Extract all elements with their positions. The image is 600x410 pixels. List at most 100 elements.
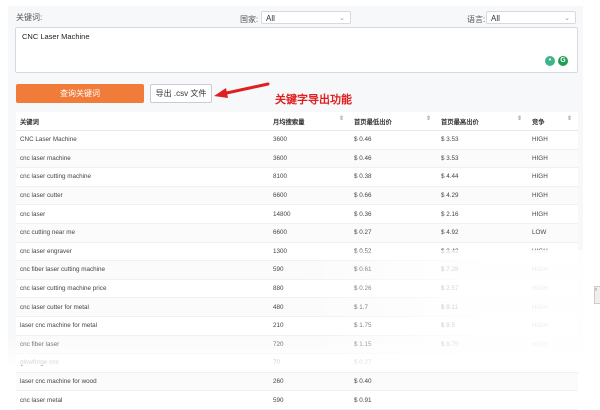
cell-max-bid: $ 3.53 xyxy=(437,130,528,150)
cell-min-bid: $ 0.52 xyxy=(350,242,437,262)
cell-max-bid xyxy=(437,353,528,373)
cell-monthly-searches: 70 xyxy=(269,353,350,373)
cell-max-bid: $ 9.11 xyxy=(437,297,528,317)
cell-min-bid: $ 0.46 xyxy=(350,130,437,150)
table-row[interactable]: cnc laser 14800 $ 0.36 $ 2.16 HIGH xyxy=(16,204,578,224)
cell-max-bid: $ 3.42 xyxy=(437,242,528,262)
cell-keyword: cnc laser cutter for metal xyxy=(16,297,269,317)
sort-icon[interactable]: ⇕ xyxy=(517,115,522,122)
cell-max-bid: $ 9.5 xyxy=(437,316,528,336)
cell-competition: HIGH xyxy=(528,149,578,169)
cell-competition: HIGH xyxy=(528,260,578,280)
cell-max-bid: $ 4.29 xyxy=(437,186,528,206)
sort-icon[interactable]: ⇕ xyxy=(339,115,344,122)
column-header-competition[interactable]: 竞争 ⇕ xyxy=(528,112,578,131)
table-row[interactable]: laser cnc machine for metal 210 $ 1.75 $ 9.… xyxy=(16,316,578,336)
column-header-max-bid[interactable]: 首页最高出价 ⇕ xyxy=(437,112,528,131)
cell-min-bid: $ 0.27 xyxy=(350,223,437,243)
cell-competition xyxy=(528,390,578,410)
cell-keyword: cnc laser cutting machine xyxy=(16,167,269,187)
side-collapse-tab[interactable]: ‹ xyxy=(594,286,600,304)
keyword-label: 关键词: xyxy=(16,13,43,22)
cell-max-bid: $ 7.28 xyxy=(437,260,528,280)
table-row[interactable]: cnc laser cutting machine price 880 $ 0.26… xyxy=(16,279,578,299)
column-header-monthly-searches[interactable]: 月均搜索量 ⇕ xyxy=(269,112,350,131)
cell-keyword: cnc cutting near me xyxy=(16,223,269,243)
cell-monthly-searches: 720 xyxy=(269,335,350,355)
table-row[interactable]: cnc laser engraver 1300 $ 0.52 $ 3.42 HIGH xyxy=(16,242,578,262)
cell-monthly-searches: 480 xyxy=(269,297,350,317)
cell-monthly-searches: 590 xyxy=(269,390,350,410)
cell-competition: HIGH xyxy=(528,130,578,150)
sort-icon[interactable]: ⇕ xyxy=(567,115,572,122)
cell-keyword: laser cnc machine for metal xyxy=(16,316,269,336)
cell-min-bid: $ 0.66 xyxy=(350,186,437,206)
table-header-row: 关键词 月均搜索量 ⇕ 首页最低出价 ⇕ 首页最高出价 ⇕ 竞争 ⇕ xyxy=(16,112,578,131)
column-header-keyword[interactable]: 关键词 xyxy=(16,112,269,131)
table-row[interactable]: CNC Laser Machine 3600 $ 0.46 $ 3.53 HIGH xyxy=(16,130,578,150)
table-row[interactable]: cnc laser metal 590 $ 0.91 xyxy=(16,390,578,410)
cell-max-bid xyxy=(437,372,528,392)
table-row[interactable]: cnc fiber laser 720 $ 1.15 $ 8.75 HIGH xyxy=(16,335,578,355)
table-row[interactable]: cnc laser cutter 6600 $ 0.66 $ 4.29 HIGH xyxy=(16,186,578,206)
table-row[interactable]: cnc cutting near me 6600 $ 0.27 $ 4.92 LOW xyxy=(16,223,578,243)
cell-competition: HIGH xyxy=(528,167,578,187)
cell-monthly-searches: 3600 xyxy=(269,149,350,169)
cell-keyword: cnc laser metal xyxy=(16,390,269,410)
keyword-input[interactable]: CNC Laser Machine xyxy=(15,27,578,73)
cell-keyword: cnc laser cutting machine price xyxy=(16,279,269,299)
cell-min-bid: $ 1.7 xyxy=(350,297,437,317)
cell-competition xyxy=(528,372,578,392)
cell-max-bid: $ 2.16 xyxy=(437,204,528,224)
cell-min-bid: $ 0.40 xyxy=(350,372,437,392)
table-row[interactable]: cnc laser machine 3600 $ 0.46 $ 3.53 HIGH xyxy=(16,149,578,169)
annotation-arrow-icon xyxy=(214,82,270,98)
cell-monthly-searches: 880 xyxy=(269,279,350,299)
cell-keyword: cnc laser xyxy=(16,204,269,224)
cell-min-bid: $ 0.27 xyxy=(350,353,437,373)
cell-competition: HIGH xyxy=(528,316,578,336)
cell-competition: HIGH xyxy=(528,335,578,355)
cell-keyword: cnc laser cutter xyxy=(16,186,269,206)
query-keywords-button[interactable]: 查询关键词 xyxy=(16,84,144,103)
chevron-down-icon: ⌄ xyxy=(339,15,345,22)
table-row[interactable]: cnc fiber laser cutting machine 590 $ 0.61… xyxy=(16,260,578,280)
keyword-input-value: CNC Laser Machine xyxy=(22,32,90,41)
table-row[interactable]: glowforge cnc 70 $ 0.27 xyxy=(16,353,578,373)
keyword-results-table: 关键词 月均搜索量 ⇕ 首页最低出价 ⇕ 首页最高出价 ⇕ 竞争 ⇕ CNC Laser… xyxy=(16,112,578,410)
cell-keyword: cnc laser engraver xyxy=(16,242,269,262)
cell-min-bid: $ 0.61 xyxy=(350,260,437,280)
cell-monthly-searches: 210 xyxy=(269,316,350,336)
cell-max-bid: $ 2.57 xyxy=(437,279,528,299)
cell-competition: HIGH xyxy=(528,186,578,206)
cell-competition: LOW xyxy=(528,223,578,243)
sort-icon[interactable]: ⇕ xyxy=(426,115,431,122)
cell-monthly-searches: 590 xyxy=(269,260,350,280)
cell-min-bid: $ 1.15 xyxy=(350,335,437,355)
language-value: All xyxy=(491,14,500,23)
language-select[interactable]: All ⌄ xyxy=(486,11,576,24)
cell-max-bid: $ 3.53 xyxy=(437,149,528,169)
grammarly-icon[interactable]: G xyxy=(558,56,568,66)
table-row[interactable]: laser cnc machine for wood 260 $ 0.40 xyxy=(16,372,578,392)
cell-monthly-searches: 3600 xyxy=(269,130,350,150)
cell-keyword: glowforge cnc xyxy=(16,353,269,373)
cell-keyword: cnc fiber laser cutting machine xyxy=(16,260,269,280)
cell-monthly-searches: 14800 xyxy=(269,204,350,224)
column-header-min-bid[interactable]: 首页最低出价 ⇕ xyxy=(350,112,437,131)
cell-competition: HIGH xyxy=(528,242,578,262)
cell-keyword: cnc fiber laser xyxy=(16,335,269,355)
export-csv-button[interactable]: 导出 .csv 文件 xyxy=(150,84,212,103)
language-label: 语言: xyxy=(467,15,486,24)
chevron-down-icon: ⌄ xyxy=(564,15,570,22)
country-select[interactable]: All ⌄ xyxy=(261,11,351,24)
table-row[interactable]: cnc laser cutter for metal 480 $ 1.7 $ 9.11… xyxy=(16,297,578,317)
table-row[interactable]: cnc laser cutting machine 8100 $ 0.38 $ 4.4… xyxy=(16,167,578,187)
country-label: 国家: xyxy=(240,15,259,24)
location-pin-icon[interactable]: • xyxy=(545,56,555,66)
cell-monthly-searches: 8100 xyxy=(269,167,350,187)
cell-max-bid xyxy=(437,390,528,410)
cell-max-bid: $ 4.92 xyxy=(437,223,528,243)
cell-min-bid: $ 0.38 xyxy=(350,167,437,187)
country-value: All xyxy=(266,14,275,23)
